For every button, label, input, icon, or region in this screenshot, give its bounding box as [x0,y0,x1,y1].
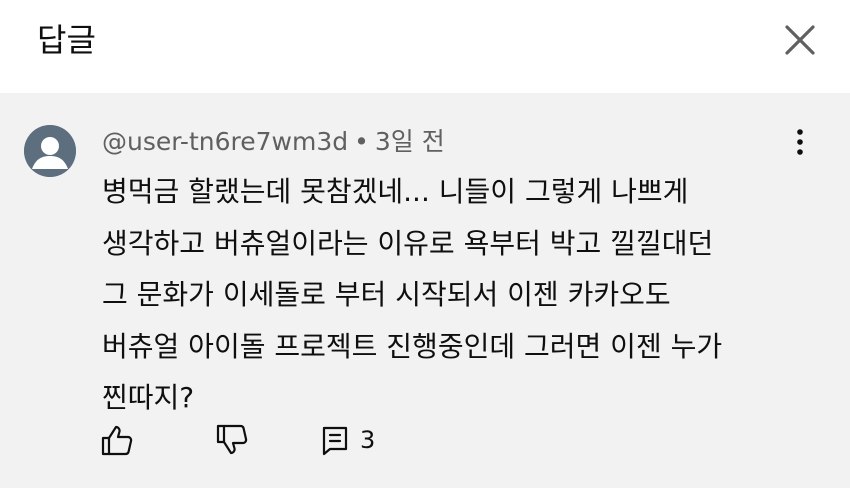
comment-time[interactable]: 3일 전 [375,127,445,156]
close-button[interactable] [778,18,822,62]
comment-text: 병먹금 할랬는데 못참겠네... 니들이 그렇게 나쁘게 생각하고 버츄얼이라는… [102,166,792,424]
meta-separator: • [354,127,369,156]
comment-card: @user-tn6re7wm3d • 3일 전 병먹금 할랬는데 못참겠네... 니… [0,93,850,488]
comment-text-line: 그 문화가 이세돌로 부터 시작되서 이젠 카카오도 [102,278,671,311]
avatar[interactable] [24,125,76,177]
default-avatar-icon [24,125,76,177]
replies-header: 답글 [0,0,850,93]
comment-text-line: 버츄얼 아이돌 프로젝트 진행중인데 그러면 이젠 누가 [102,329,723,363]
thumbs-down-icon [216,424,248,455]
dislike-button[interactable] [215,418,249,462]
reply-icon [322,426,348,456]
comment-text-line: 찐따지? [102,381,195,414]
comment-text-line: 병먹금 할랬는데 못참겠네... 니들이 그렇게 나쁘게 [102,175,689,208]
replies-title: 답글 [37,21,96,59]
thumbs-up-icon [101,425,133,456]
reply-button[interactable]: 3 [320,418,375,462]
comment-author[interactable]: @user-tn6re7wm3d [102,127,348,156]
like-button[interactable] [100,418,134,462]
comment-text-line: 생각하고 버츄얼이라는 이유로 욕부터 박고 낄낄대던 [102,226,714,260]
close-icon [785,25,815,55]
more-vert-icon [797,129,803,155]
more-options-button[interactable] [784,123,816,163]
reply-count: 3 [360,426,376,454]
comment-actions: 3 [0,418,850,462]
comment-meta: @user-tn6re7wm3d • 3일 전 [102,126,445,158]
